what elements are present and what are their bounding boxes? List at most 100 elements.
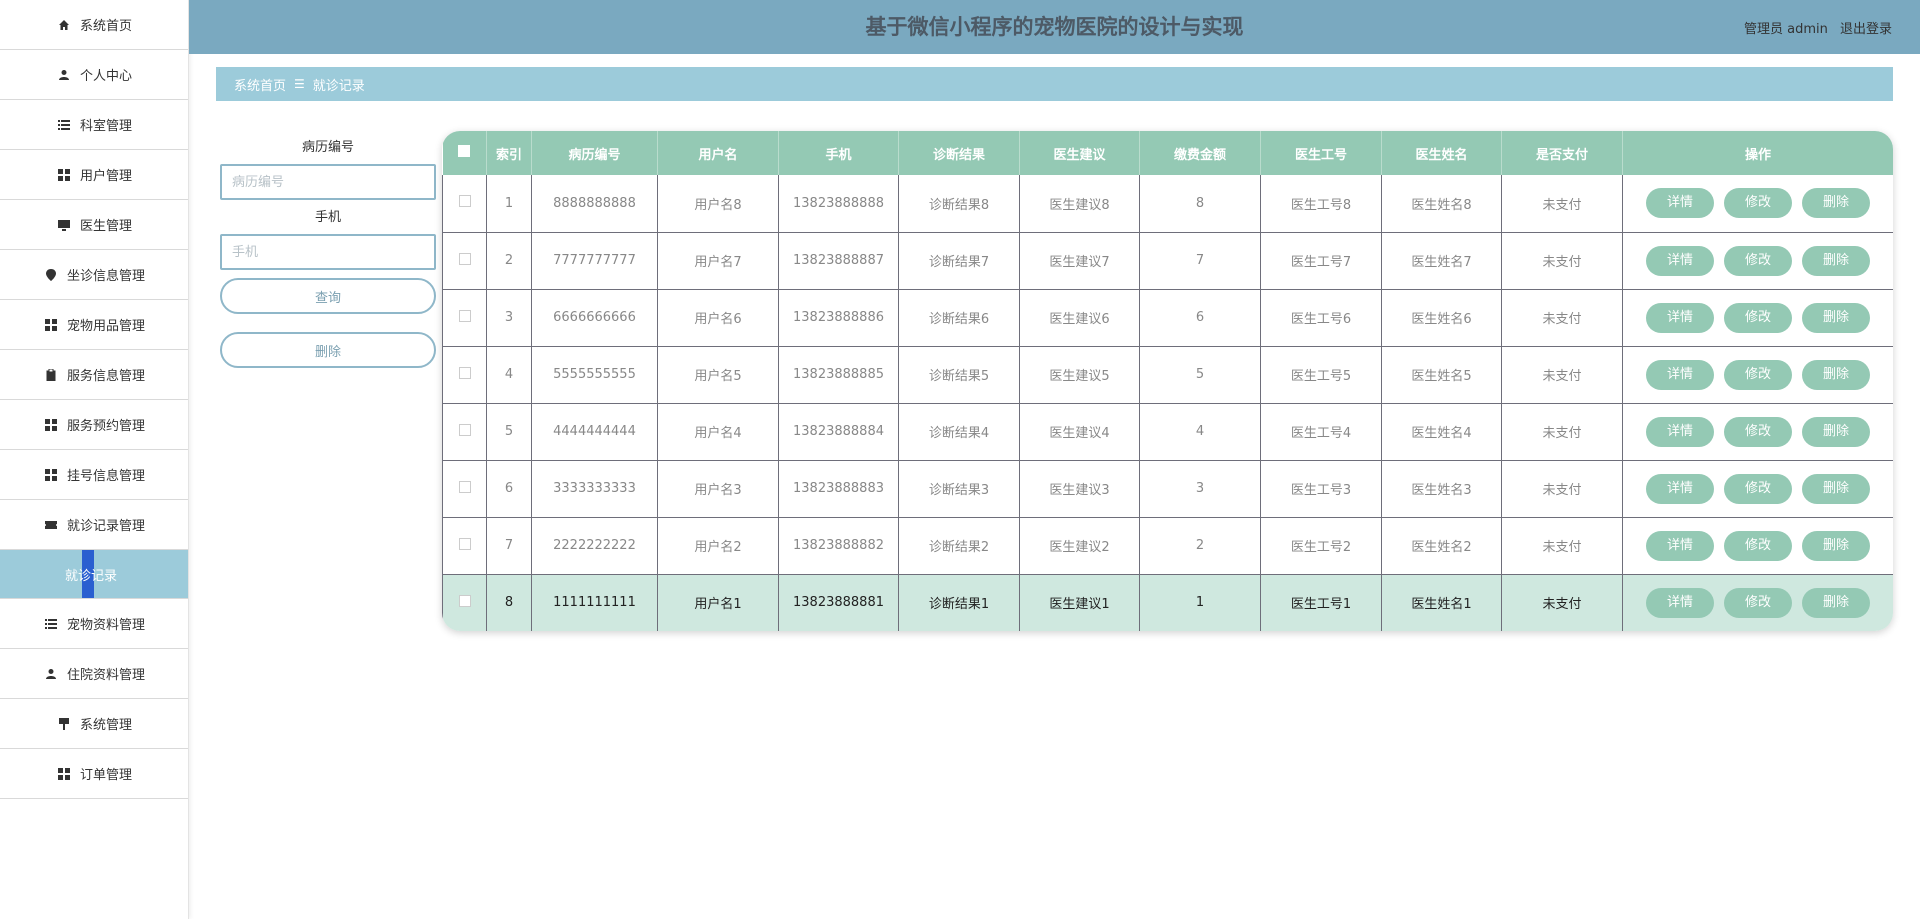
delete-button[interactable]: 删除 <box>1802 530 1870 561</box>
table-cell: 医生姓名7 <box>1381 232 1502 290</box>
row-checkbox[interactable] <box>442 403 487 461</box>
table-cell: 医生姓名4 <box>1381 403 1502 461</box>
detail-button[interactable]: 详情 <box>1646 245 1714 276</box>
row-checkbox[interactable] <box>442 460 487 518</box>
sidebar-item-b1[interactable]: 住院资料管理 <box>0 649 188 699</box>
edit-button[interactable]: 修改 <box>1724 245 1792 276</box>
delete-button[interactable]: 删除 <box>1802 416 1870 447</box>
table-row: 4 5555555555 用户名5 13823888885 诊断结果5 医生建议5 5 医生工… <box>442 346 1893 404</box>
detail-button[interactable]: 详情 <box>1646 587 1714 618</box>
edit-button[interactable]: 修改 <box>1724 359 1792 390</box>
sidebar-subitem-active[interactable]: 就诊记录 <box>0 550 188 599</box>
row-actions: 详情 修改 删除 <box>1622 517 1893 575</box>
grid-icon <box>56 766 72 782</box>
row-checkbox[interactable] <box>442 346 487 404</box>
edit-button[interactable]: 修改 <box>1724 587 1792 618</box>
phone-input[interactable] <box>220 234 436 270</box>
detail-button[interactable]: 详情 <box>1646 302 1714 333</box>
sidebar-item-b2[interactable]: 系统管理 <box>0 699 188 749</box>
table-cell: 未支付 <box>1501 574 1623 631</box>
table-cell: 4 <box>486 346 532 404</box>
table-cell: 3 <box>1139 460 1261 518</box>
row-checkbox[interactable] <box>442 289 487 347</box>
sidebar-item-4[interactable]: 医生管理 <box>0 200 188 250</box>
column-header: 诊断结果 <box>898 131 1020 175</box>
table-cell: 医生建议2 <box>1019 517 1140 575</box>
row-checkbox[interactable] <box>442 574 487 631</box>
row-checkbox[interactable] <box>442 175 487 233</box>
table-cell: 4 <box>1139 403 1261 461</box>
table-cell: 13823888882 <box>778 517 899 575</box>
column-header: 用户名 <box>657 131 779 175</box>
edit-button[interactable]: 修改 <box>1724 416 1792 447</box>
sidebar-item-10[interactable]: 就诊记录管理 <box>0 500 188 550</box>
edit-button[interactable]: 修改 <box>1724 188 1792 219</box>
top-header: 基于微信小程序的宠物医院的设计与实现 管理员 admin 退出登录 <box>189 0 1920 54</box>
column-header: 索引 <box>486 131 532 175</box>
record-no-label: 病历编号 <box>301 140 354 155</box>
table-cell: 3333333333 <box>531 460 658 518</box>
breadcrumb-home[interactable]: 系统首页 <box>234 75 286 94</box>
table-cell: 未支付 <box>1501 289 1623 347</box>
detail-button[interactable]: 详情 <box>1646 359 1714 390</box>
table-cell: 6666666666 <box>531 289 658 347</box>
delete-button[interactable]: 删除 <box>1802 359 1870 390</box>
select-all-checkbox[interactable] <box>442 131 487 175</box>
row-actions: 详情 修改 删除 <box>1622 232 1893 290</box>
table-row: 6 3333333333 用户名3 13823888883 诊断结果3 医生建议3 3 医生工… <box>442 460 1893 518</box>
table-row: 2 7777777777 用户名7 13823888887 诊断结果7 医生建议7 7 医生工… <box>442 232 1893 290</box>
table-cell: 诊断结果3 <box>898 460 1020 518</box>
delete-button[interactable]: 删除 <box>1802 302 1870 333</box>
detail-button[interactable]: 详情 <box>1646 530 1714 561</box>
sidebar-item-6[interactable]: 宠物用品管理 <box>0 300 188 350</box>
sidebar-item-3[interactable]: 用户管理 <box>0 150 188 200</box>
column-header: 缴费金额 <box>1139 131 1261 175</box>
table-cell: 13823888886 <box>778 289 899 347</box>
sidebar-item-1[interactable]: 个人中心 <box>0 50 188 100</box>
logout-link[interactable]: 退出登录 <box>1840 22 1892 37</box>
detail-button[interactable]: 详情 <box>1646 473 1714 504</box>
table-cell: 2222222222 <box>531 517 658 575</box>
delete-button[interactable]: 删除 <box>1802 473 1870 504</box>
sidebar-item-5[interactable]: 坐诊信息管理 <box>0 250 188 300</box>
sidebar-item-2[interactable]: 科室管理 <box>0 100 188 150</box>
table-cell: 2 <box>1139 517 1261 575</box>
breadcrumb: 系统首页 ☰ 就诊记录 <box>216 67 1893 101</box>
table-cell: 8 <box>1139 175 1261 233</box>
batch-delete-button[interactable]: 删除 <box>220 332 436 368</box>
table-cell: 13823888887 <box>778 232 899 290</box>
table-cell: 诊断结果5 <box>898 346 1020 404</box>
row-checkbox[interactable] <box>442 232 487 290</box>
edit-button[interactable]: 修改 <box>1724 530 1792 561</box>
column-header: 病历编号 <box>531 131 658 175</box>
table-cell: 诊断结果8 <box>898 175 1020 233</box>
column-header: 操作 <box>1622 131 1893 175</box>
search-panel: 病历编号 手机 查询 删除 <box>220 138 436 368</box>
sidebar-item-b3[interactable]: 订单管理 <box>0 749 188 799</box>
edit-button[interactable]: 修改 <box>1724 302 1792 333</box>
sidebar-item-8[interactable]: 服务预约管理 <box>0 400 188 450</box>
sidebar-item-0[interactable]: 系统首页 <box>0 0 188 50</box>
table-cell: 13823888885 <box>778 346 899 404</box>
table-cell: 医生建议8 <box>1019 175 1140 233</box>
sidebar-item-b0[interactable]: 宠物资料管理 <box>0 599 188 649</box>
sidebar-item-7[interactable]: 服务信息管理 <box>0 350 188 400</box>
query-button[interactable]: 查询 <box>220 278 436 314</box>
sidebar-menu: 系统首页 个人中心 科室管理 用户管理 医生管理坐诊信息管理宠物用品管理 服务信息管理 服务… <box>0 0 188 799</box>
column-header: 手机 <box>778 131 899 175</box>
row-actions: 详情 修改 删除 <box>1622 175 1893 233</box>
sidebar-item-label: 坐诊信息管理 <box>66 269 145 284</box>
row-checkbox[interactable] <box>442 517 487 575</box>
record-no-input[interactable] <box>220 164 436 200</box>
sidebar-item-9[interactable]: 挂号信息管理 <box>0 450 188 500</box>
edit-button[interactable]: 修改 <box>1724 473 1792 504</box>
table-cell: 用户名1 <box>657 574 779 631</box>
row-actions: 详情 修改 删除 <box>1622 346 1893 404</box>
detail-button[interactable]: 详情 <box>1646 416 1714 447</box>
table-cell: 医生工号7 <box>1260 232 1382 290</box>
delete-button[interactable]: 删除 <box>1802 587 1870 618</box>
delete-button[interactable]: 删除 <box>1802 188 1870 219</box>
detail-button[interactable]: 详情 <box>1646 188 1714 219</box>
table-cell: 医生建议3 <box>1019 460 1140 518</box>
delete-button[interactable]: 删除 <box>1802 245 1870 276</box>
